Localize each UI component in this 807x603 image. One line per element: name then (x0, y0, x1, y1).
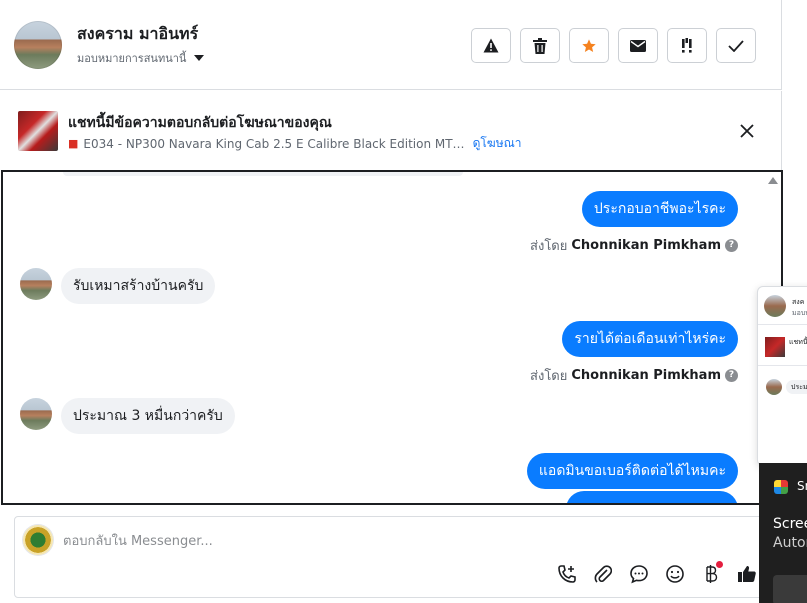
toast-title: Scree (773, 516, 807, 532)
assign-conversation-dropdown[interactable]: มอบหมายการสนทนานี้ (77, 49, 205, 67)
star-button[interactable] (569, 28, 609, 63)
help-icon[interactable]: ? (725, 369, 738, 382)
close-icon[interactable] (737, 121, 757, 141)
caret-down-icon (194, 55, 205, 61)
message-thread[interactable]: ประกอบอาชีพอะไรคะ ส่งโดย Chonnikan Pimkh… (1, 170, 783, 505)
message-outgoing-partial[interactable] (566, 491, 738, 503)
notification-dot (716, 561, 723, 568)
chat-preview-popup[interactable]: สงค มอบห แชทนี้ ประม (757, 286, 807, 466)
check-icon (728, 39, 744, 52)
trash-icon (533, 37, 547, 54)
message-incoming[interactable]: รับเหมาสร้างบ้านครับ (61, 268, 216, 304)
toast-action-button[interactable] (773, 575, 807, 603)
notification-toast[interactable]: Sn Scree Autor (759, 463, 807, 603)
warning-icon (483, 38, 499, 53)
ad-name: E034 - NP300 Navara King Cab 2.5 E Calib… (83, 136, 465, 151)
ad-info-row: ■ E034 - NP300 Navara King Cab 2.5 E Cal… (68, 134, 522, 153)
conversation-toolbar (471, 28, 756, 63)
report-button[interactable] (471, 28, 511, 63)
contact-name[interactable]: สงคราม มาอินทร์ (77, 22, 198, 47)
mark-unread-button[interactable] (618, 28, 658, 63)
preview-ad-thumbnail (765, 337, 785, 357)
emoji-icon[interactable] (665, 563, 685, 585)
composer-tools (557, 561, 757, 585)
page-avatar (23, 525, 53, 555)
view-ad-link[interactable]: ดูโฆษณา (473, 134, 522, 153)
car-icon: ■ (68, 137, 79, 150)
scroll-up-arrow-icon[interactable] (768, 177, 778, 184)
sender-name: Chonnikan Pimkham (571, 368, 721, 383)
sender-name: Chonnikan Pimkham (571, 238, 721, 253)
preview-sub: มอบห (792, 309, 807, 317)
ad-banner-title: แชทนี้มีข้อความตอบกลับต่อโฆษณาของคุณ (68, 115, 332, 131)
message-outgoing[interactable]: แอดมินขอเบอร์ติดต่อได้ไหมคะ (526, 453, 738, 489)
preview-avatar (764, 295, 786, 317)
app-icon (774, 480, 788, 494)
exclamation-icon (682, 37, 692, 53)
call-plus-icon[interactable] (557, 563, 577, 585)
toast-app-name: Sn (797, 479, 807, 493)
preview-message: ประม (786, 380, 807, 394)
star-icon (582, 38, 596, 52)
sent-by-label: ส่งโดย Chonnikan Pimkham ? (530, 235, 738, 256)
envelope-icon (630, 39, 646, 52)
contact-avatar-small[interactable] (20, 398, 52, 430)
saved-reply-icon[interactable] (629, 563, 649, 585)
payment-icon[interactable] (701, 561, 723, 585)
contact-avatar[interactable] (14, 21, 62, 69)
follow-up-button[interactable] (667, 28, 707, 63)
message-outgoing[interactable]: รายได้ต่อเดือนเท่าไหร่คะ (562, 321, 738, 357)
like-icon[interactable] (737, 563, 757, 585)
assign-label: มอบหมายการสนทนานี้ (77, 52, 187, 65)
toast-body: Autor (773, 535, 807, 551)
message-outgoing[interactable]: ประกอบอาชีพอะไรคะ (581, 191, 738, 227)
sent-by-prefix: ส่งโดย (530, 239, 568, 254)
ad-reply-banner: แชทนี้มีข้อความตอบกลับต่อโฆษณาของคุณ ■ E… (0, 91, 782, 170)
reply-input[interactable] (63, 531, 543, 551)
sent-by-label: ส่งโดย Chonnikan Pimkham ? (530, 365, 738, 386)
previous-message-edge (63, 172, 463, 176)
preview-name: สงค (792, 298, 805, 306)
preview-ad: แชทนี้ (758, 326, 807, 366)
page: สงคราม มาอินทร์ มอบหมายการสนทนานี้ แชทนี… (0, 0, 807, 603)
mark-done-button[interactable] (716, 28, 756, 63)
message-incoming[interactable]: ประมาณ 3 หมื่นกว่าครับ (61, 398, 235, 434)
reply-composer (14, 516, 774, 598)
attachment-icon[interactable] (593, 563, 613, 585)
help-icon[interactable]: ? (725, 239, 738, 252)
delete-button[interactable] (520, 28, 560, 63)
conversation-header: สงคราม มาอินทร์ มอบหมายการสนทนานี้ (0, 0, 782, 90)
preview-header: สงค มอบห (758, 287, 807, 325)
preview-ad-text: แชทนี้ (789, 338, 807, 346)
contact-avatar-small[interactable] (20, 268, 52, 300)
preview-msg-avatar (766, 379, 782, 395)
sent-by-prefix: ส่งโดย (530, 369, 568, 384)
ad-thumbnail[interactable] (18, 111, 58, 151)
